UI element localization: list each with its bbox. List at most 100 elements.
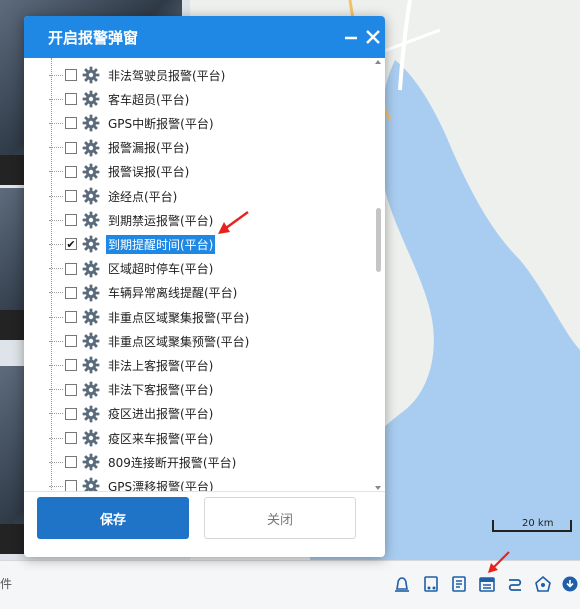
tree-connector (49, 171, 63, 173)
alarm-item-label[interactable]: 疫区来车报警(平台) (106, 429, 215, 448)
alarm-item[interactable]: 区域超时停车(平台) (49, 258, 215, 280)
alarm-item[interactable]: 到期禁运报警(平台) (49, 209, 215, 231)
alarm-item[interactable]: 非重点区域聚集报警(平台) (49, 306, 251, 328)
alarm-item-label[interactable]: 疫区进出报警(平台) (106, 404, 215, 423)
alarm-item[interactable]: 非法下客报警(平台) (49, 379, 215, 401)
alarm-item-checkbox[interactable] (65, 480, 77, 491)
tree-connector (49, 340, 63, 342)
alarm-item-label[interactable]: 非法下客报警(平台) (106, 380, 215, 399)
minimize-icon[interactable] (339, 24, 363, 50)
alarm-item-checkbox[interactable] (65, 262, 77, 275)
alarm-item-label[interactable]: GPS漂移报警(平台) (106, 477, 216, 491)
alarm-item-label[interactable]: 报警误报(平台) (106, 162, 191, 181)
alarm-item-checkbox[interactable] (65, 286, 77, 299)
alarm-item-checkbox[interactable] (65, 335, 77, 348)
tree-connector (49, 268, 63, 270)
dialog-title: 开启报警弹窗 (48, 28, 139, 47)
gear-icon (82, 90, 100, 108)
tree-connector (49, 147, 63, 149)
gear-icon (82, 356, 100, 374)
alarm-item-label[interactable]: 区域超时停车(平台) (106, 259, 215, 278)
alarm-item[interactable]: 客车超员(平台) (49, 88, 191, 110)
alarm-item-label[interactable]: 车辆异常离线提醒(平台) (106, 283, 239, 302)
alarm-type-tree[interactable]: 非法驾驶员报警(平台) 客车超员(平台) GPS中断报警(平台) 报警漏报(平台) 报警… (24, 58, 385, 492)
alarm-item-checkbox[interactable] (65, 93, 77, 106)
annotation-arrow (488, 551, 510, 573)
gear-icon (82, 405, 100, 423)
tree-connector (49, 292, 63, 294)
alarm-item-checkbox[interactable] (65, 407, 77, 420)
alarm-item-label[interactable]: 非法上客报警(平台) (106, 356, 215, 375)
tree-connector (49, 219, 63, 221)
alarm-item-label[interactable]: 途经点(平台) (106, 187, 179, 206)
gear-icon (82, 381, 100, 399)
alarm-item[interactable]: 途经点(平台) (49, 185, 179, 207)
tree-connector (49, 195, 63, 197)
alarm-bell-icon[interactable] (392, 574, 412, 594)
gear-icon (82, 429, 100, 447)
gear-icon (82, 284, 100, 302)
alarm-item-label[interactable]: 客车超员(平台) (106, 90, 191, 109)
alarm-item[interactable]: 非重点区域聚集预警(平台) (49, 330, 251, 352)
alarm-item-label[interactable]: GPS中断报警(平台) (106, 114, 216, 133)
tree-scrollbar[interactable] (373, 58, 383, 492)
close-button[interactable]: 关闭 (204, 497, 356, 539)
alarm-item-checkbox[interactable] (65, 141, 77, 154)
gear-icon (82, 332, 100, 350)
tree-connector (49, 437, 63, 439)
alarm-item[interactable]: 非法驾驶员报警(平台) (49, 64, 227, 86)
alarm-item-checkbox[interactable] (65, 383, 77, 396)
alarm-item[interactable]: GPS中断报警(平台) (49, 112, 216, 134)
gear-icon (82, 139, 100, 157)
alarm-item-checkbox[interactable] (65, 117, 77, 130)
alarm-item[interactable]: 报警误报(平台) (49, 161, 191, 183)
alarm-item-checkbox[interactable] (65, 432, 77, 444)
bottom-edge-text: 件 (0, 577, 13, 591)
map-scale-label: 20 km (522, 518, 554, 529)
alarm-item-checkbox[interactable] (65, 165, 77, 178)
annotation-arrow (218, 211, 249, 234)
alarm-item[interactable]: 疫区来车报警(平台) (49, 427, 215, 449)
alarm-popup-dialog: 开启报警弹窗 非法驾驶员报警(平台) 客车超员(平台) GPS中断报警(平台) 报警漏… (24, 16, 385, 557)
gear-icon (82, 477, 100, 491)
scroll-thumb[interactable] (376, 208, 381, 272)
tree-connector (49, 74, 63, 76)
alarm-item-checkbox[interactable] (65, 69, 77, 81)
gear-icon (82, 114, 100, 132)
alarm-item-label[interactable]: 非法驾驶员报警(平台) (106, 66, 227, 85)
gear-icon (82, 260, 100, 278)
alarm-item[interactable]: ✔ 到期提醒时间(平台) (49, 233, 216, 255)
alarm-item[interactable]: 809连接断开报警(平台) (49, 451, 238, 473)
alarm-item-label[interactable]: 到期提醒时间(平台) (106, 234, 216, 254)
tree-connector (49, 98, 63, 100)
alarm-item-checkbox[interactable] (65, 359, 77, 372)
tree-connector (49, 389, 63, 391)
gear-icon (82, 187, 100, 205)
save-button[interactable]: 保存 (37, 497, 189, 539)
alarm-item-checkbox[interactable] (65, 190, 77, 202)
alarm-item-label[interactable]: 非重点区域聚集报警(平台) (106, 308, 251, 327)
download-icon[interactable] (560, 574, 580, 594)
home-shield-icon[interactable] (533, 574, 553, 594)
alarm-item[interactable]: GPS漂移报警(平台) (49, 475, 216, 491)
gear-icon (82, 308, 100, 326)
alarm-item-label[interactable]: 报警漏报(平台) (106, 138, 191, 157)
alarm-item-checkbox[interactable] (65, 214, 77, 227)
alarm-item-label[interactable]: 到期禁运报警(平台) (106, 211, 215, 230)
alarm-item[interactable]: 疫区进出报警(平台) (49, 403, 215, 425)
alarm-item[interactable]: 车辆异常离线提醒(平台) (49, 282, 239, 304)
report-icon[interactable] (449, 574, 469, 594)
scroll-down-icon[interactable] (375, 486, 381, 490)
alarm-item-checkbox[interactable] (65, 311, 77, 323)
close-icon[interactable] (361, 24, 385, 50)
vehicle-doc-icon[interactable] (421, 574, 441, 594)
alarm-item-checkbox[interactable]: ✔ (65, 238, 77, 251)
alarm-item-label[interactable]: 非重点区域聚集预警(平台) (106, 332, 251, 351)
alarm-item[interactable]: 报警漏报(平台) (49, 137, 191, 159)
alarm-item-label[interactable]: 809连接断开报警(平台) (106, 453, 238, 472)
gear-icon (82, 235, 100, 253)
scroll-up-icon[interactable] (375, 60, 381, 64)
alarm-item[interactable]: 非法上客报警(平台) (49, 354, 215, 376)
dialog-header[interactable]: 开启报警弹窗 (24, 16, 385, 58)
alarm-item-checkbox[interactable] (65, 456, 77, 469)
